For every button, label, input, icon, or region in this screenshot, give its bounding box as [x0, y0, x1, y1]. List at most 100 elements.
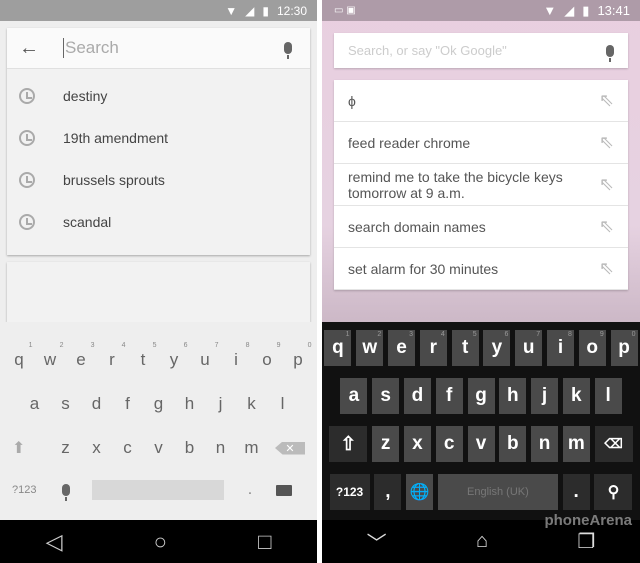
mic-icon[interactable] [284, 42, 292, 59]
key-o[interactable]: o9 [578, 330, 606, 366]
key-r[interactable]: r4 [419, 330, 447, 366]
home-nav-icon[interactable]: ⌂ [476, 530, 488, 553]
keyboard-switch-icon[interactable] [276, 484, 292, 496]
suggestion-item[interactable]: feed reader chrome ⇖ [334, 122, 628, 164]
key-g[interactable]: g [467, 378, 495, 414]
key-k[interactable]: k [562, 378, 590, 414]
symbols-key[interactable]: ?123 [329, 474, 370, 510]
space-bar[interactable]: English (UK) [437, 474, 558, 510]
key-t[interactable]: t5 [128, 342, 159, 370]
voice-key[interactable] [62, 484, 70, 501]
key-y[interactable]: y6 [159, 342, 190, 370]
key-o[interactable]: o9 [252, 342, 283, 370]
insert-query-arrow-icon[interactable]: ⇖ [599, 258, 614, 279]
key-z[interactable]: z [50, 438, 81, 458]
key-s[interactable]: s [372, 378, 400, 414]
key-w[interactable]: w2 [356, 330, 384, 366]
key-s[interactable]: s [50, 394, 81, 414]
period-key[interactable]: . [238, 481, 262, 499]
insert-query-arrow-icon[interactable]: ⇖ [599, 90, 614, 111]
key-n[interactable]: n [531, 426, 559, 462]
key-z[interactable]: z [372, 426, 400, 462]
home-nav-icon[interactable]: ○ [154, 529, 167, 555]
key-e[interactable]: e3 [388, 330, 416, 366]
key-i[interactable]: i8 [546, 330, 574, 366]
key-x[interactable]: x [81, 438, 112, 458]
comma-key[interactable]: , [374, 474, 402, 510]
search-input[interactable]: Search, or say "Ok Google" [348, 43, 507, 58]
space-bar[interactable] [92, 480, 224, 500]
key-d[interactable]: d [81, 394, 112, 414]
history-item[interactable]: destiny [7, 75, 310, 117]
search-box[interactable]: Search, or say "Ok Google" [334, 33, 628, 68]
mic-icon[interactable] [606, 44, 614, 62]
key-c[interactable]: c [112, 438, 143, 458]
key-m[interactable]: m [562, 426, 590, 462]
key-m[interactable]: m [236, 438, 267, 458]
key-l[interactable]: l [594, 378, 622, 414]
key-f[interactable]: f [112, 394, 143, 414]
keyboard: q1w2e3r4t5y6u7i8o9p0 asdfghjkl ⇧ zxcvbnm… [322, 322, 640, 520]
key-v[interactable]: v [467, 426, 495, 462]
key-e[interactable]: e3 [66, 342, 97, 370]
suggestion-item[interactable]: remind me to take the bicycle keys tomor… [334, 164, 628, 206]
key-u[interactable]: u7 [515, 330, 543, 366]
key-a[interactable]: a [19, 394, 50, 414]
symbols-key[interactable]: ?123 [12, 484, 40, 496]
key-u[interactable]: u7 [190, 342, 221, 370]
history-item[interactable]: 19th amendment [7, 117, 310, 159]
recents-nav-icon[interactable]: □ [258, 529, 271, 555]
hide-keyboard-icon[interactable]: ﹀ [367, 527, 387, 556]
key-v[interactable]: v [143, 438, 174, 458]
key-j[interactable]: j [205, 394, 236, 414]
key-x[interactable]: x [403, 426, 431, 462]
insert-query-arrow-icon[interactable]: ⇖ [599, 132, 614, 153]
key-h[interactable]: h [499, 378, 527, 414]
history-item[interactable]: scandal [7, 201, 310, 243]
suggestion-item[interactable]: search domain names ⇖ [334, 206, 628, 248]
wifi-icon: ▼ [225, 3, 238, 18]
battery-icon: ▮ [582, 2, 590, 18]
key-p[interactable]: p0 [610, 330, 638, 366]
key-i[interactable]: i8 [221, 342, 252, 370]
insert-query-arrow-icon[interactable]: ⇖ [599, 216, 614, 237]
backspace-key[interactable]: ⌫ [594, 426, 633, 462]
back-arrow-icon[interactable]: ← [19, 37, 39, 60]
globe-icon[interactable]: 🌐 [406, 474, 434, 510]
key-q[interactable]: q1 [4, 342, 35, 370]
insert-query-arrow-icon[interactable]: ⇖ [599, 174, 614, 195]
suggestion-item[interactable]: set alarm for 30 minutes ⇖ [334, 248, 628, 290]
key-w[interactable]: w2 [35, 342, 66, 370]
search-key-icon[interactable]: ⚲ [594, 474, 633, 510]
status-bar: ▼ ◢ ▮ 12:30 [0, 0, 317, 21]
key-label: g [475, 385, 487, 406]
clock-time: 13:41 [597, 3, 630, 18]
recents-nav-icon[interactable]: ❐ [577, 529, 595, 554]
shift-key[interactable]: ⇧ [329, 426, 368, 462]
period-key[interactable]: . [562, 474, 590, 510]
key-k[interactable]: k [236, 394, 267, 414]
key-c[interactable]: c [435, 426, 463, 462]
key-l[interactable]: l [267, 394, 298, 414]
history-item[interactable]: brussels sprouts [7, 159, 310, 201]
key-f[interactable]: f [435, 378, 463, 414]
suggestion-label: remind me to take the bicycle keys tomor… [348, 168, 563, 201]
search-input[interactable]: Search [63, 38, 284, 58]
key-r[interactable]: r4 [97, 342, 128, 370]
key-g[interactable]: g [143, 394, 174, 414]
key-h[interactable]: h [174, 394, 205, 414]
key-y[interactable]: y6 [483, 330, 511, 366]
key-q[interactable]: q1 [324, 330, 352, 366]
key-j[interactable]: j [531, 378, 559, 414]
shift-key[interactable]: ⬆ [12, 438, 42, 458]
key-a[interactable]: a [340, 378, 368, 414]
back-nav-icon[interactable]: ◁ [46, 529, 63, 555]
key-p[interactable]: p0 [283, 342, 314, 370]
key-b[interactable]: b [499, 426, 527, 462]
key-d[interactable]: d [403, 378, 431, 414]
backspace-key[interactable]: ✕ [275, 441, 305, 455]
suggestion-item[interactable]: ϕ ⇖ [334, 80, 628, 122]
key-n[interactable]: n [205, 438, 236, 458]
key-b[interactable]: b [174, 438, 205, 458]
key-t[interactable]: t5 [451, 330, 479, 366]
